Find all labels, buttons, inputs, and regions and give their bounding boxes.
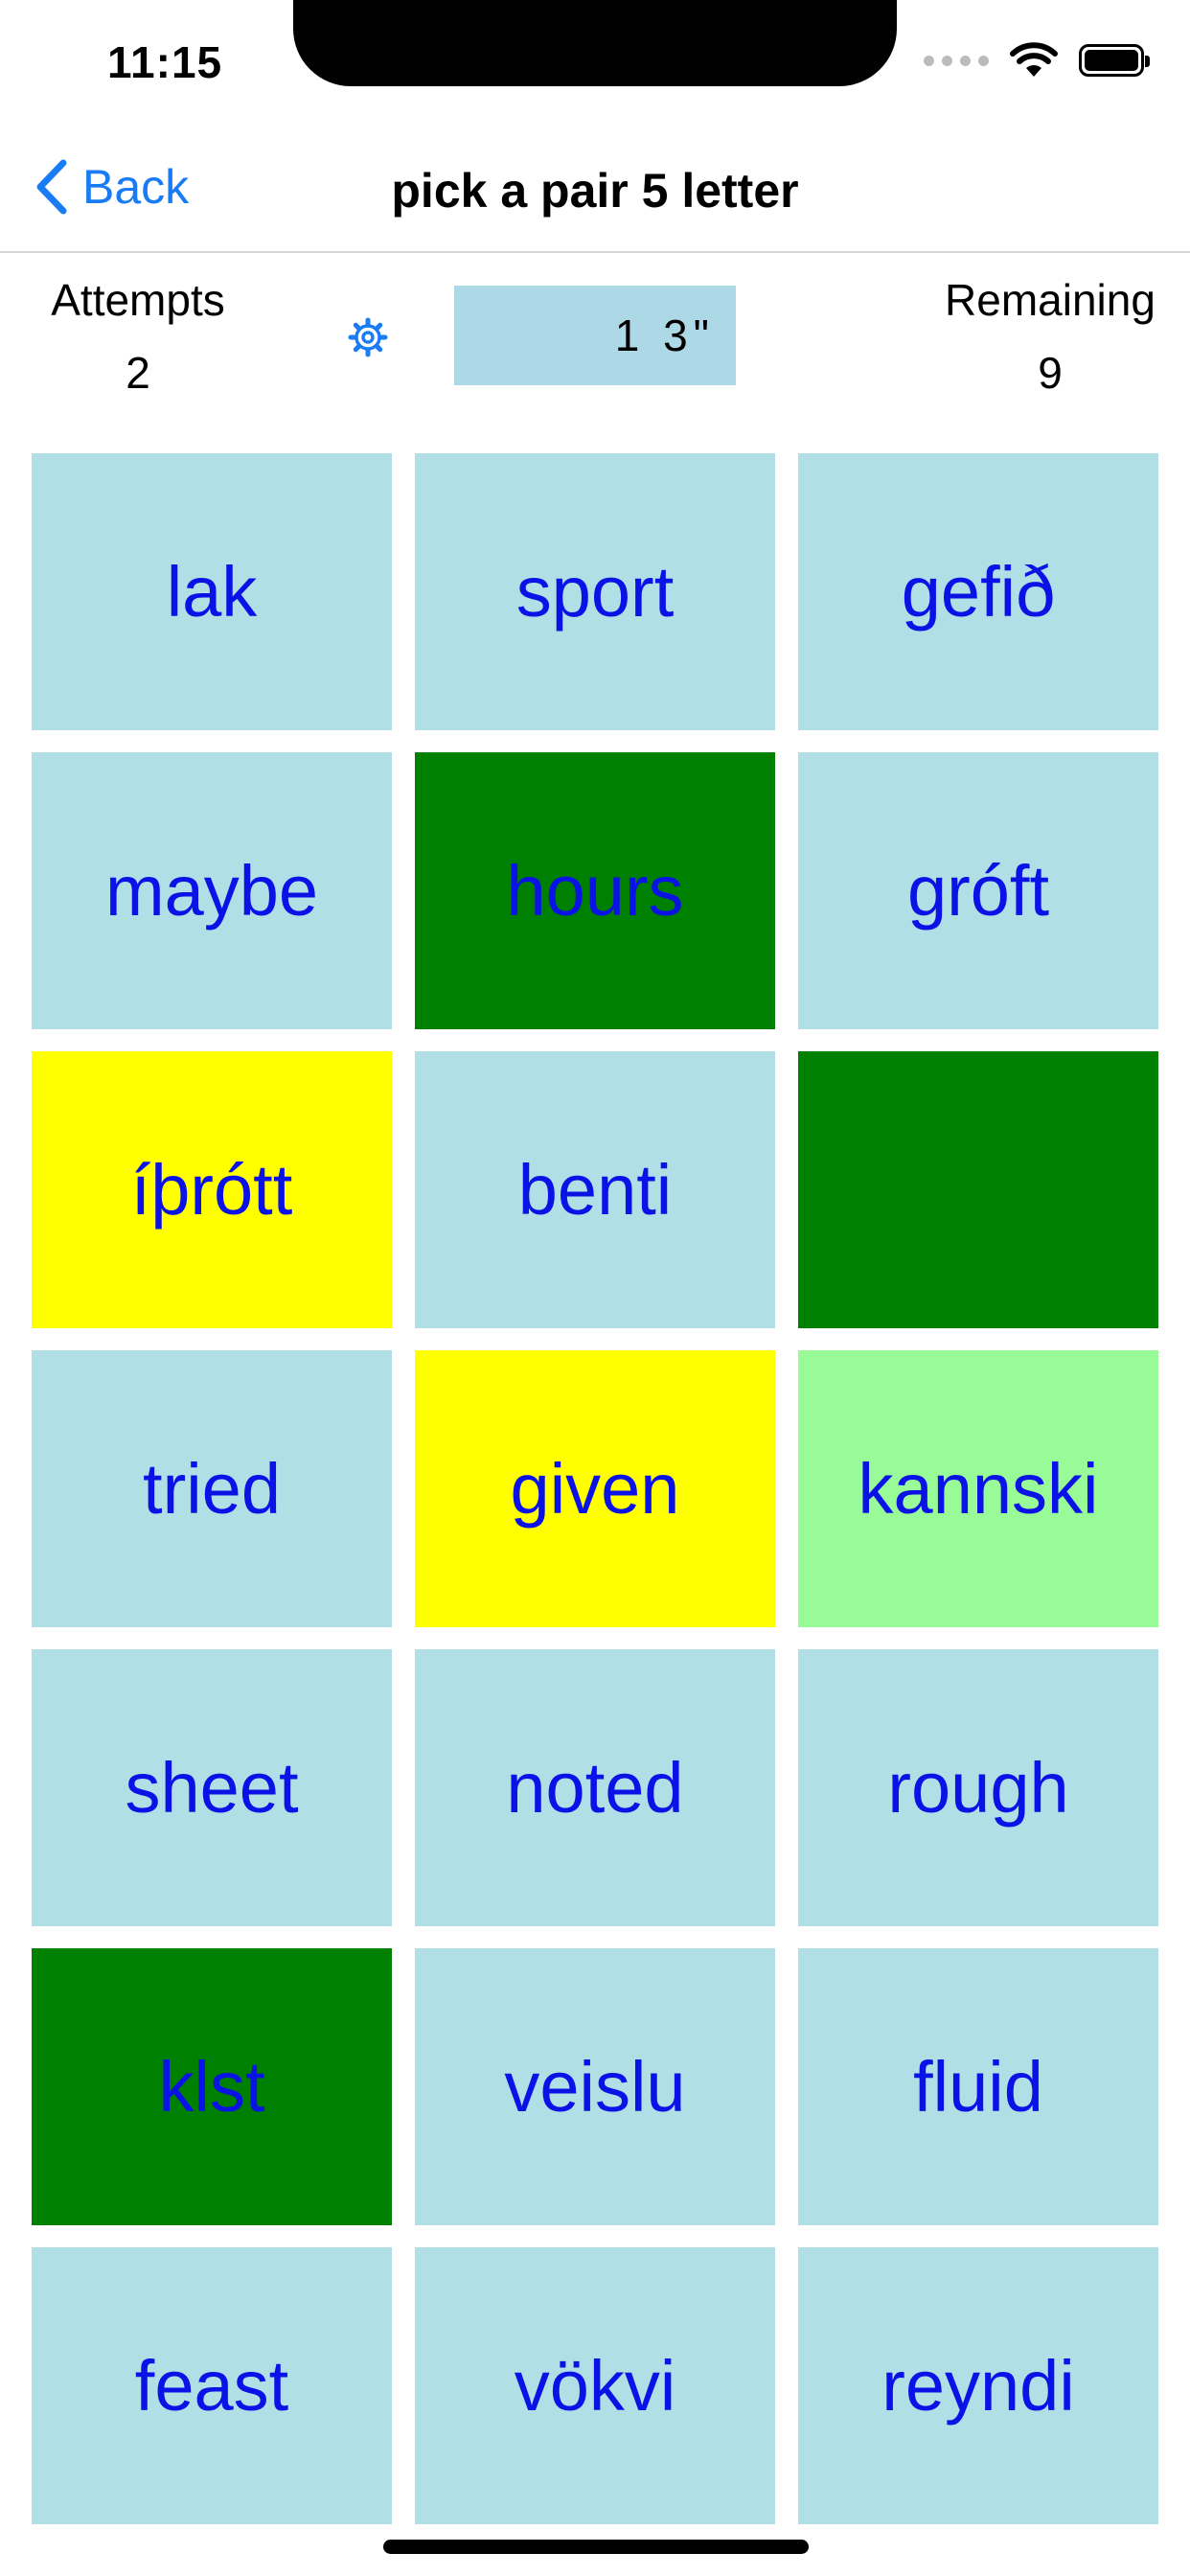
- remaining-label: Remaining: [945, 275, 1156, 325]
- word-tile[interactable]: fluid: [798, 1948, 1158, 2225]
- word-tile[interactable]: sheet: [32, 1649, 392, 1926]
- status-indicators: [924, 42, 1150, 79]
- stats-row: Attempts 2 1 3" Remaining 9: [0, 253, 1190, 445]
- word-tile[interactable]: feast: [32, 2247, 392, 2524]
- word-tile[interactable]: vökvi: [415, 2247, 775, 2524]
- word-tile[interactable]: gefið: [798, 453, 1158, 730]
- home-indicator[interactable]: [383, 2540, 809, 2554]
- word-tile[interactable]: reyndi: [798, 2247, 1158, 2524]
- word-tile[interactable]: lak: [32, 453, 392, 730]
- remaining-stat: Remaining 9: [933, 274, 1167, 399]
- status-bar: 11:15: [0, 0, 1190, 126]
- word-tile[interactable]: gróft: [798, 752, 1158, 1029]
- attempts-value: 2: [126, 348, 150, 398]
- battery-icon: [1079, 44, 1150, 77]
- word-tile[interactable]: maybe: [32, 752, 392, 1029]
- attempts-label: Attempts: [51, 275, 225, 325]
- gear-icon[interactable]: [347, 316, 389, 358]
- page-title: pick a pair 5 letter: [391, 164, 799, 218]
- word-tile[interactable]: klst: [32, 1948, 392, 2225]
- word-tile[interactable]: benti: [415, 1051, 775, 1328]
- word-tile[interactable]: kannski: [798, 1350, 1158, 1627]
- navigation-bar: Back pick a pair 5 letter: [0, 126, 1190, 253]
- device-notch: [293, 0, 897, 86]
- word-tile[interactable]: hours: [415, 752, 775, 1029]
- word-tile[interactable]: íþrótt: [32, 1051, 392, 1328]
- wifi-icon: [1010, 42, 1058, 77]
- remaining-value: 9: [1038, 348, 1063, 398]
- status-time: 11:15: [107, 37, 223, 87]
- word-tile[interactable]: veislu: [415, 1948, 775, 2225]
- word-tile[interactable]: [798, 1051, 1158, 1328]
- attempts-stat: Attempts 2: [36, 274, 240, 399]
- word-tile-grid: lak sport gefið maybe hours gróft íþrótt benti t…: [32, 453, 1158, 2524]
- screen: 11:15 Back pick a pair 5 letter Attempts: [0, 0, 1190, 2576]
- word-tile[interactable]: tried: [32, 1350, 392, 1627]
- word-tile[interactable]: noted: [415, 1649, 775, 1926]
- timer-display: 1 3": [454, 286, 736, 385]
- cellular-signal-icon: [924, 55, 989, 66]
- word-tile[interactable]: given: [415, 1350, 775, 1627]
- word-tile[interactable]: sport: [415, 453, 775, 730]
- word-tile[interactable]: rough: [798, 1649, 1158, 1926]
